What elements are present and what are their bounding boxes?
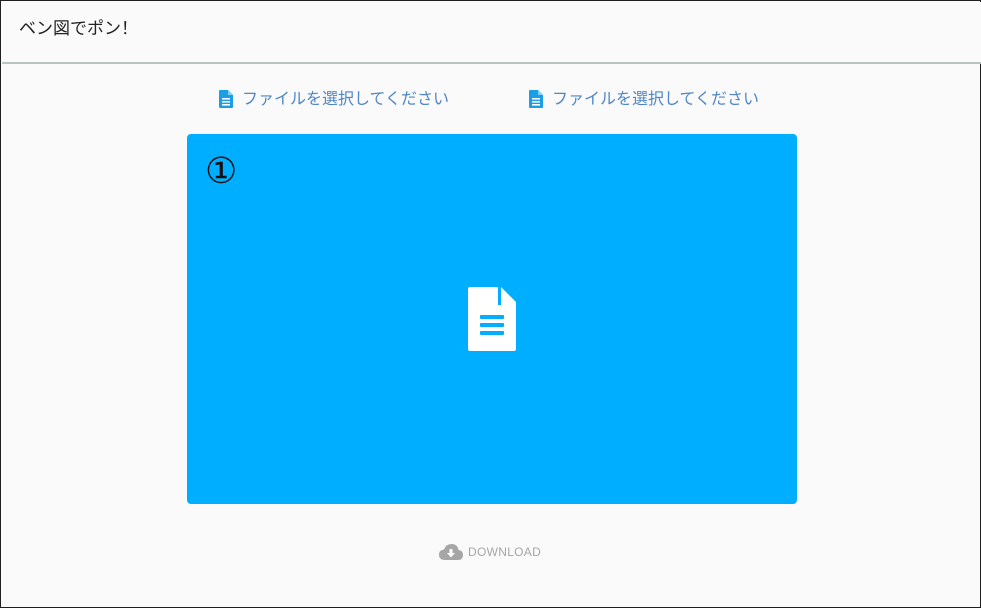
file-icon [219, 90, 233, 108]
app-toolbar: ベン図でポン！ [2, 2, 981, 64]
file-icon [529, 90, 543, 108]
area-number: ① [205, 151, 238, 192]
file-picker-2-label: ファイルを選択してください [552, 89, 760, 108]
download-button[interactable]: DOWNLOAD [439, 541, 541, 563]
file-picker-1[interactable]: ファイルを選択してください [219, 88, 449, 110]
file-picker-2[interactable]: ファイルを選択してください [529, 88, 759, 110]
download-label: DOWNLOAD [468, 545, 542, 559]
app-window: ベン図でポン！ ファイルを選択してください ファイルを選択してください ① DO… [0, 0, 981, 608]
app-title: ベン図でポン！ [19, 19, 138, 39]
drop-area-1[interactable]: ① [187, 134, 797, 504]
file-picker-1-label: ファイルを選択してください [242, 89, 450, 108]
document-icon [468, 287, 516, 351]
cloud-download-icon [439, 543, 463, 561]
